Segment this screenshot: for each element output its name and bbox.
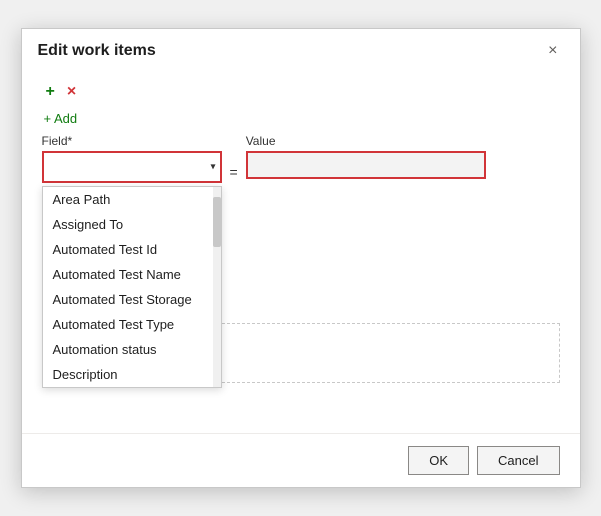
list-item[interactable]: Automated Test Type bbox=[43, 312, 221, 337]
list-item[interactable]: Automated Test Name bbox=[43, 262, 221, 287]
dropdown-list-inner: Area Path Assigned To Automated Test Id … bbox=[43, 187, 221, 387]
edit-work-items-dialog: Edit work items × + × + Add Field* ▾ bbox=[21, 28, 581, 488]
list-item[interactable]: Automated Test Storage bbox=[43, 287, 221, 312]
list-item[interactable]: Area Path bbox=[43, 187, 221, 212]
field-label: Field* bbox=[42, 134, 222, 148]
title-bar: Edit work items × bbox=[22, 29, 580, 69]
list-item[interactable]: Description bbox=[43, 362, 221, 387]
add-row: + Add bbox=[42, 111, 560, 126]
field-row: Field* ▾ Area Path Assigned To Automated… bbox=[42, 134, 560, 183]
add-plus-button[interactable]: + bbox=[42, 81, 59, 103]
add-link[interactable]: + Add bbox=[44, 111, 78, 126]
value-section: Value bbox=[246, 134, 486, 179]
dropdown-list: Area Path Assigned To Automated Test Id … bbox=[42, 186, 222, 388]
close-button[interactable]: × bbox=[542, 41, 563, 61]
equals-sign: = bbox=[230, 158, 238, 180]
dialog-body: + × + Add Field* ▾ Area Path Assigned To bbox=[22, 69, 580, 433]
value-input[interactable] bbox=[248, 153, 484, 177]
list-item[interactable]: Assigned To bbox=[43, 212, 221, 237]
field-input[interactable] bbox=[44, 153, 220, 181]
scrollbar-thumb bbox=[213, 197, 221, 247]
field-select-wrapper: ▾ bbox=[42, 151, 222, 183]
list-item[interactable]: Automation status bbox=[43, 337, 221, 362]
value-label: Value bbox=[246, 134, 486, 148]
list-item[interactable]: Automated Test Id bbox=[43, 237, 221, 262]
dialog-title: Edit work items bbox=[38, 42, 156, 60]
remove-minus-button[interactable]: × bbox=[63, 81, 80, 103]
scrollbar[interactable] bbox=[213, 187, 221, 387]
ok-button[interactable]: OK bbox=[408, 446, 469, 475]
field-section: Field* ▾ Area Path Assigned To Automated… bbox=[42, 134, 222, 183]
cancel-button[interactable]: Cancel bbox=[477, 446, 559, 475]
dialog-footer: OK Cancel bbox=[22, 433, 580, 487]
value-input-wrapper bbox=[246, 151, 486, 179]
toolbar-row: + × bbox=[42, 81, 560, 103]
